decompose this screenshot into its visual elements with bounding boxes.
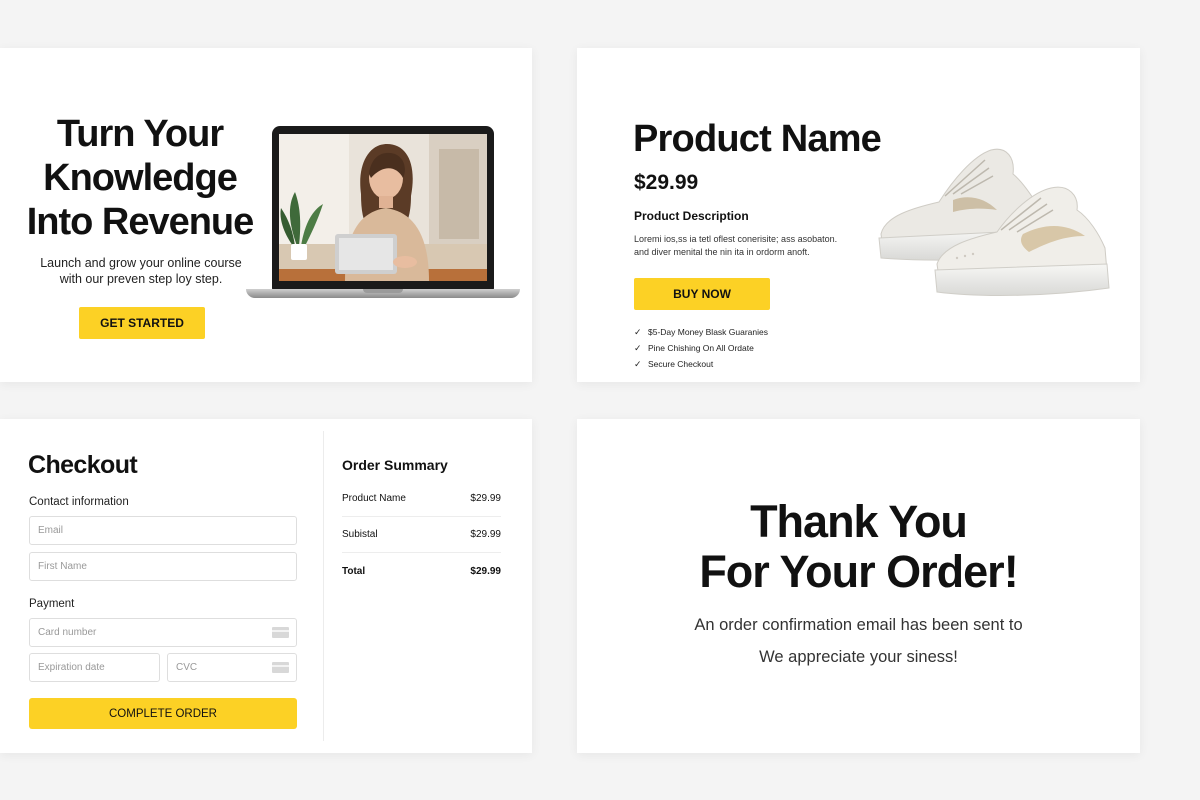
expiration-date-field[interactable] xyxy=(29,653,160,682)
hero-subtitle: Launch and grow your online course with … xyxy=(20,255,262,287)
summary-row-label: Subistal xyxy=(342,529,378,540)
feature-item: ✓ $5-Day Money Blask Guaranies xyxy=(634,324,768,340)
feature-item: ✓ Pine Chishing On All Ordate xyxy=(634,340,768,356)
checkout-card: Checkout Contact information Payment COM… xyxy=(0,419,532,753)
summary-row: Subistal $29.99 xyxy=(342,517,501,553)
laptop-image xyxy=(246,126,520,301)
laptop-screen xyxy=(272,126,494,290)
hero-subtitle-line: Launch and grow your online course xyxy=(40,256,242,270)
divider xyxy=(323,431,324,741)
product-card: Product Name $29.99 Product Description … xyxy=(577,48,1140,382)
card-number-field[interactable] xyxy=(29,618,297,647)
laptop-display xyxy=(279,134,487,281)
summary-row: Product Name $29.99 xyxy=(342,481,501,517)
product-price: $29.99 xyxy=(634,171,699,194)
laptop-notch xyxy=(363,289,403,293)
payment-label: Payment xyxy=(29,598,75,610)
get-started-button[interactable]: GET STARTED xyxy=(79,307,205,339)
feature-text: $5-Day Money Blask Guaranies xyxy=(648,327,769,337)
hero-title-line: Into Revenue xyxy=(26,201,255,243)
checkmark-icon: ✓ xyxy=(634,359,642,369)
appreciation-message: We appreciate your siness! xyxy=(759,648,958,666)
feature-text: Secure Checkout xyxy=(648,359,714,369)
hero-title-line: Knowledge xyxy=(43,157,238,199)
summary-row-label: Total xyxy=(342,565,366,577)
thank-you-card: Thank You For Your Order! An order confi… xyxy=(577,419,1140,753)
email-field[interactable] xyxy=(29,516,297,545)
sneakers-image xyxy=(878,148,1110,296)
contact-info-label: Contact information xyxy=(29,496,129,508)
hero-title: Turn Your Knowledge Into Revenue xyxy=(20,112,260,244)
product-description-line: and diver menital the nin ita in ordorm … xyxy=(634,247,810,257)
product-name: Product Name xyxy=(633,118,882,160)
summary-row-label: Product Name xyxy=(342,493,406,504)
summary-total-row: Total $29.99 xyxy=(342,553,501,589)
product-description-title: Product Description xyxy=(634,209,749,223)
credit-card-icon xyxy=(272,662,289,673)
woman-at-laptop-photo xyxy=(279,134,487,281)
checkmark-icon: ✓ xyxy=(634,343,642,353)
summary-row-value: $29.99 xyxy=(470,493,501,504)
feature-text: Pine Chishing On All Ordate xyxy=(648,343,754,353)
checkmark-icon: ✓ xyxy=(634,327,642,337)
thank-you-title: Thank You For Your Order! xyxy=(577,497,1140,597)
landing-card: Turn Your Knowledge Into Revenue Launch … xyxy=(0,48,532,382)
complete-order-button[interactable]: COMPLETE ORDER xyxy=(29,698,297,729)
product-description: Loremi ios,ss ia tetl oflest conerisite;… xyxy=(634,233,874,259)
buy-now-button[interactable]: BUY NOW xyxy=(634,278,770,310)
credit-card-icon xyxy=(272,627,289,638)
thank-you-title-line: For Your Order! xyxy=(699,546,1018,597)
feature-list: ✓ $5-Day Money Blask Guaranies ✓ Pine Chis… xyxy=(634,324,768,372)
hero-title-line: Turn Your xyxy=(56,113,224,155)
hero-subtitle-line: with our preven step loy step. xyxy=(59,272,223,286)
feature-item: ✓ Secure Checkout xyxy=(634,356,768,372)
checkout-title: Checkout xyxy=(28,451,138,479)
product-description-line: Loremi ios,ss ia tetl oflest conerisite;… xyxy=(634,234,838,244)
confirmation-message: An order confirmation email has been sen… xyxy=(694,616,1023,634)
summary-row-value: $29.99 xyxy=(470,529,501,540)
first-name-field[interactable] xyxy=(29,552,297,581)
thank-you-title-line: Thank You xyxy=(750,496,968,547)
order-summary-title: Order Summary xyxy=(342,457,448,473)
summary-row-value: $29.99 xyxy=(470,565,501,577)
